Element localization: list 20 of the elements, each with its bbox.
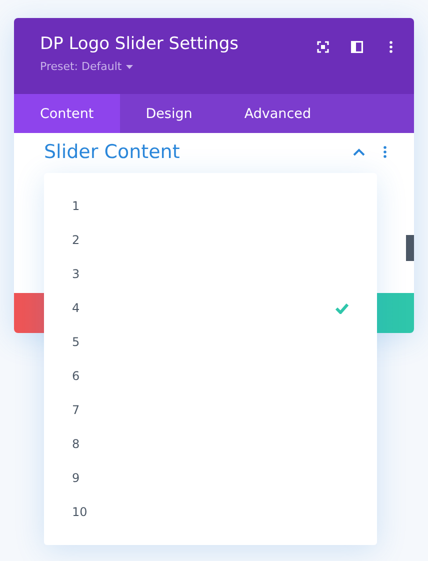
dropdown-option[interactable]: 6	[44, 359, 377, 393]
dropdown-option[interactable]: 5	[44, 325, 377, 359]
dropdown-option[interactable]: 1	[44, 189, 377, 223]
tab[interactable]: Design	[120, 94, 218, 133]
tab[interactable]: Advanced	[218, 94, 338, 133]
section-title: Slider Content	[44, 141, 180, 163]
caret-icon	[126, 64, 133, 68]
dropdown-option[interactable]: 4	[44, 291, 377, 325]
dropdown-option[interactable]: 3	[44, 257, 377, 291]
preset-dropdown[interactable]: Preset: Default	[40, 60, 239, 73]
scroll-handle[interactable]	[406, 235, 414, 261]
fullscreen-icon[interactable]	[316, 40, 330, 54]
window-title: DP Logo Slider Settings	[40, 34, 239, 54]
sidebar-icon[interactable]	[350, 40, 364, 54]
tab[interactable]: Content	[14, 94, 120, 133]
dropdown-option[interactable]: 7	[44, 393, 377, 427]
dropdown-option[interactable]: 8	[44, 427, 377, 461]
dropdown-option[interactable]: 9	[44, 461, 377, 495]
dropdown-option[interactable]: 10	[44, 495, 377, 529]
dropdown-option[interactable]: 2	[44, 223, 377, 257]
